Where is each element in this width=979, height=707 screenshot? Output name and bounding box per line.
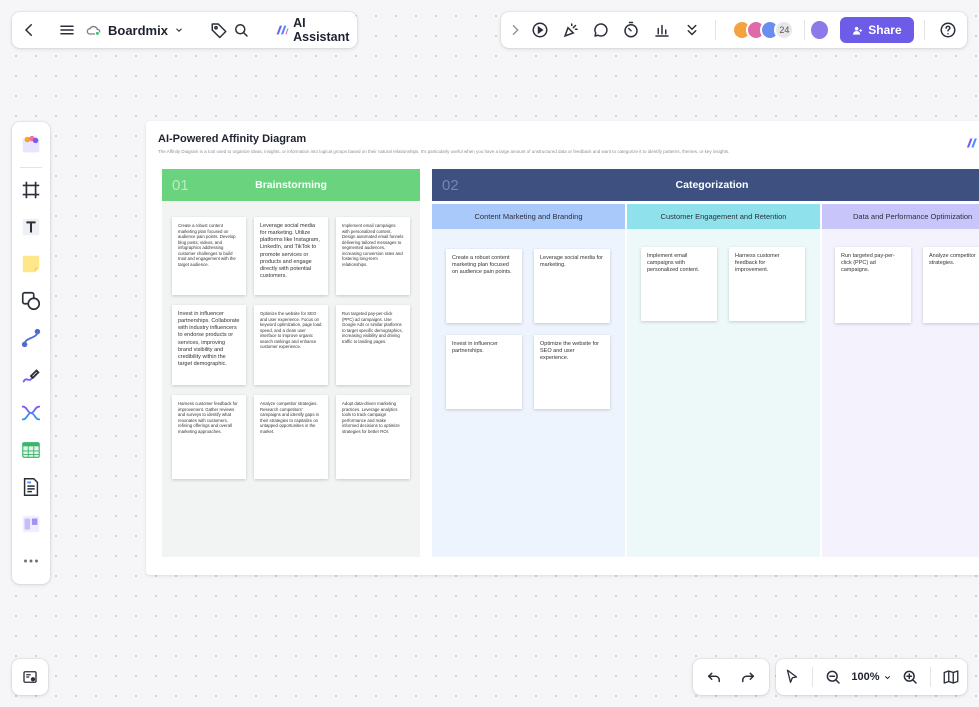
- divider: [812, 667, 814, 687]
- back-arrow-icon[interactable]: [20, 16, 38, 44]
- group-area-data-performance: Run targeted pay-per-click (PPC) ad camp…: [822, 229, 979, 557]
- templates-icon[interactable]: [16, 128, 46, 162]
- divider: [929, 667, 931, 687]
- board-name: Boardmix: [108, 22, 168, 38]
- chevron-right-icon[interactable]: [507, 16, 523, 44]
- zoom-toolbar: 100%: [776, 659, 967, 695]
- categorization-header[interactable]: 02 Categorization: [432, 169, 979, 201]
- menu-icon[interactable]: [58, 16, 76, 44]
- brainstorming-header[interactable]: 01 Brainstorming: [162, 169, 420, 201]
- divider: [715, 20, 717, 40]
- sticky-note[interactable]: Run targeted pay-per-click (PPC) ad camp…: [336, 305, 410, 385]
- kanban-icon[interactable]: [16, 507, 46, 541]
- ai-assistant-button[interactable]: AI Assistant: [270, 16, 358, 44]
- chevron-down-icon: [176, 28, 182, 32]
- sticky-note[interactable]: Run targeted pay-per-click (PPC) ad camp…: [835, 247, 911, 323]
- brainstorming-area: Create a robust content marketing plan f…: [162, 201, 420, 557]
- tag-icon[interactable]: [210, 16, 228, 44]
- zoom-level-dropdown[interactable]: 100%: [847, 671, 895, 683]
- divider: [20, 167, 42, 169]
- sticky-note[interactable]: Implement email campaigns with personali…: [336, 217, 410, 295]
- share-user-icon: [853, 26, 863, 35]
- sticky-note[interactable]: Leverage social media for marketing.: [534, 249, 610, 323]
- sticky-note[interactable]: Analyze competitor strategies. Research …: [254, 395, 328, 479]
- sticky-note[interactable]: Create a robust content marketing plan f…: [446, 249, 522, 323]
- affinity-diagram-board[interactable]: AI-Powered Affinity Diagram The Affinity…: [146, 121, 979, 575]
- text-icon[interactable]: [16, 210, 46, 244]
- avatar-count[interactable]: 24: [774, 20, 795, 40]
- pen-icon[interactable]: [16, 359, 46, 393]
- comment-icon[interactable]: [588, 16, 614, 44]
- cloud-sync-icon: [86, 25, 101, 36]
- section-number: 01: [172, 176, 189, 194]
- timer-icon[interactable]: [618, 16, 644, 44]
- group-header-content-marketing[interactable]: Content Marketing and Branding: [432, 204, 625, 229]
- zoom-level: 100%: [851, 671, 880, 683]
- sticky-note[interactable]: Adopt data-driven marketing practices. L…: [336, 395, 410, 479]
- play-icon[interactable]: [527, 16, 553, 44]
- mind-map-icon[interactable]: [16, 396, 46, 430]
- board-description[interactable]: The Affinity Diagram is a tool used to o…: [158, 149, 729, 154]
- group-area-customer-engagement: Implement email campaigns with personali…: [627, 229, 820, 557]
- zoom-in-icon[interactable]: [900, 663, 920, 691]
- table-icon[interactable]: [16, 433, 46, 467]
- undo-icon[interactable]: [700, 663, 728, 691]
- share-label: Share: [868, 23, 902, 37]
- sticky-note[interactable]: Harness customer feedback for improvemen…: [729, 247, 805, 321]
- section-title: Categorization: [675, 179, 749, 191]
- sticky-note[interactable]: Create a robust content marketing plan f…: [172, 217, 246, 295]
- zoom-out-icon[interactable]: [823, 663, 843, 691]
- ai-assistant-label: AI Assistant: [293, 16, 350, 44]
- layers-icon[interactable]: [16, 663, 44, 691]
- left-toolbar: [12, 122, 50, 584]
- section-title: Brainstorming: [255, 179, 327, 191]
- sticky-note[interactable]: Invest in influencer partnerships. Colla…: [172, 305, 246, 385]
- chart-icon[interactable]: [649, 16, 675, 44]
- sticky-note[interactable]: Optimize the website for SEO and user ex…: [534, 335, 610, 409]
- sticky-note-icon[interactable]: [16, 247, 46, 281]
- double-chevron-down-icon[interactable]: [679, 16, 705, 44]
- current-user-avatar[interactable]: [809, 19, 831, 41]
- sticky-note[interactable]: Optimize the website for SEO and user ex…: [254, 305, 328, 385]
- chevron-down-icon: [884, 675, 890, 679]
- search-icon[interactable]: [232, 16, 250, 44]
- celebrate-icon[interactable]: [557, 16, 583, 44]
- board-name-dropdown[interactable]: Boardmix: [80, 23, 190, 38]
- sticky-note[interactable]: Harness customer feedback for improvemen…: [172, 395, 246, 479]
- sticky-note[interactable]: Leverage social media for marketing. Uti…: [254, 217, 328, 295]
- group-header-data-performance[interactable]: Data and Performance Optimization: [822, 204, 979, 229]
- share-button[interactable]: Share: [840, 17, 914, 43]
- document-icon[interactable]: [16, 470, 46, 504]
- more-icon[interactable]: [16, 544, 46, 578]
- divider: [804, 20, 806, 40]
- sticky-note[interactable]: Invest in influencer partnerships.: [446, 335, 522, 409]
- group-area-content-marketing: Create a robust content marketing plan f…: [432, 229, 625, 557]
- frame-icon[interactable]: [16, 173, 46, 207]
- help-icon[interactable]: [935, 16, 961, 44]
- collaborator-avatars[interactable]: 24: [732, 20, 795, 40]
- sticky-note[interactable]: Implement email campaigns with personali…: [641, 247, 717, 321]
- ai-logo-icon: [966, 135, 979, 153]
- board-title[interactable]: AI-Powered Affinity Diagram: [158, 133, 306, 145]
- section-number: 02: [442, 176, 459, 194]
- ai-logo-icon: [276, 25, 289, 35]
- top-left-toolbar: Boardmix AI Assistant: [12, 12, 357, 48]
- shapes-icon[interactable]: [16, 284, 46, 318]
- divider: [923, 20, 925, 40]
- map-icon[interactable]: [941, 663, 961, 691]
- redo-icon[interactable]: [734, 663, 762, 691]
- connector-icon[interactable]: [16, 321, 46, 355]
- undo-redo-toolbar: [693, 659, 769, 695]
- pointer-icon[interactable]: [782, 663, 802, 691]
- top-right-toolbar: 24 Share: [501, 12, 967, 48]
- sticky-note[interactable]: Analyze competitor strategies.: [923, 247, 979, 323]
- group-header-customer-engagement[interactable]: Customer Engagement and Retention: [627, 204, 820, 229]
- layers-panel-button[interactable]: [12, 659, 48, 695]
